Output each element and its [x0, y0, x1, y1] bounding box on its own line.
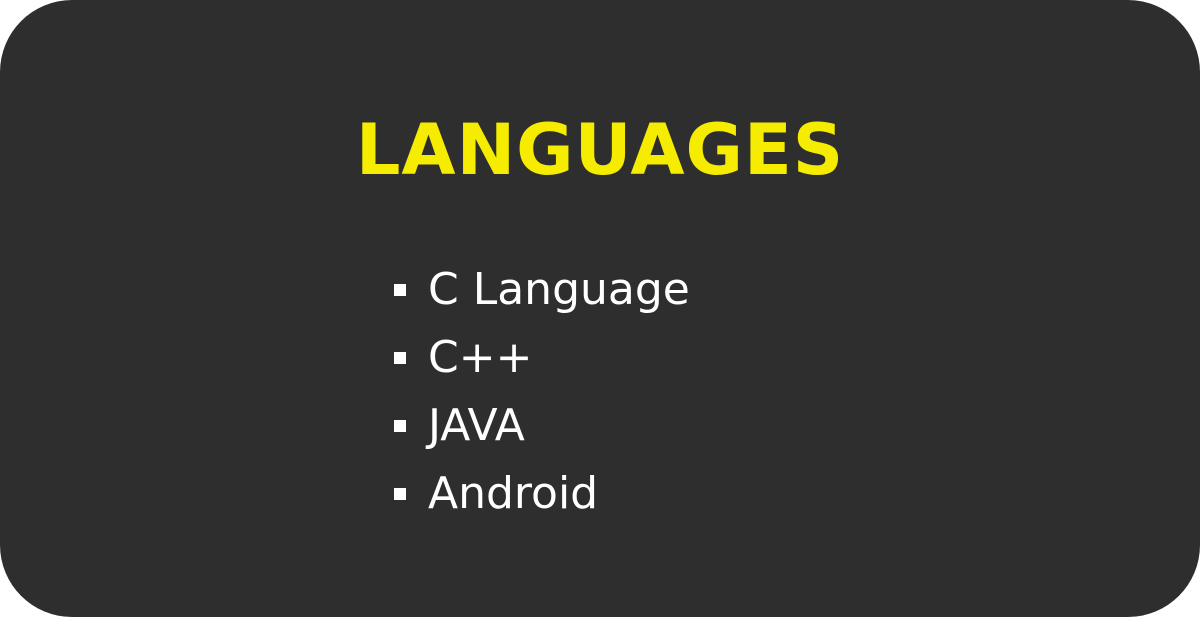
list-item: C++ — [390, 324, 690, 392]
list-item-label: JAVA — [428, 400, 525, 451]
square-bullet-icon — [394, 352, 406, 364]
list-item-label: C Language — [428, 264, 690, 315]
square-bullet-icon — [394, 284, 406, 296]
card-title: LANGUAGES — [355, 109, 845, 191]
languages-card: LANGUAGES C Language C++ JAVA Android — [0, 0, 1200, 617]
square-bullet-icon — [394, 488, 406, 500]
list-item: Android — [390, 460, 690, 528]
square-bullet-icon — [394, 420, 406, 432]
list-item-label: C++ — [428, 332, 533, 383]
list-item: C Language — [390, 256, 690, 324]
list-item: JAVA — [390, 392, 690, 460]
languages-list: C Language C++ JAVA Android — [390, 256, 690, 528]
list-item-label: Android — [428, 468, 599, 519]
